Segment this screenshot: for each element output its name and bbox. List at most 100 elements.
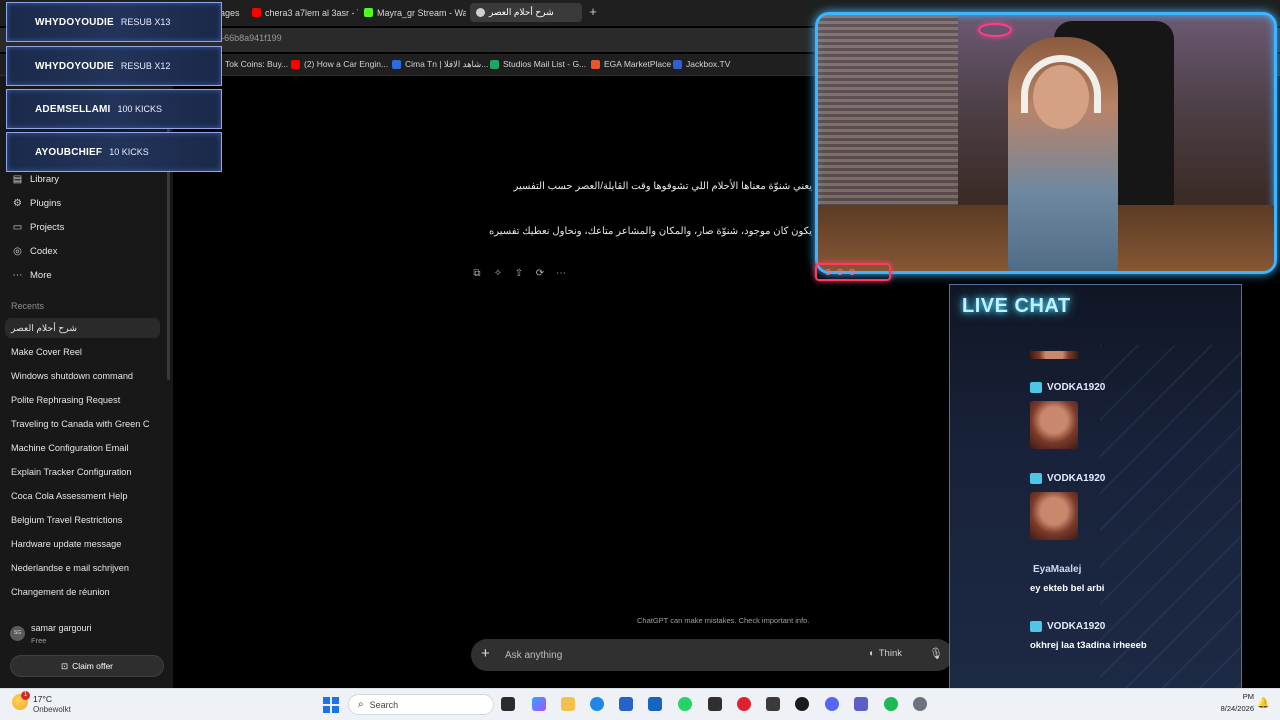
projects-icon: ▭ [12, 222, 23, 233]
sidebar-item-codex[interactable]: ◎ Codex [12, 246, 57, 257]
app-icon[interactable] [795, 697, 809, 711]
bookmark[interactable]: Tok Coins: Buy... [212, 59, 288, 69]
new-tab-button[interactable]: + [586, 5, 600, 19]
weather-temp[interactable]: 17°C [33, 694, 52, 704]
tab-label: ages [220, 7, 240, 18]
opera-icon[interactable] [737, 697, 751, 711]
think-button[interactable]: ◐ Think [869, 648, 902, 659]
mail-list-icon [490, 59, 499, 69]
bookmark[interactable]: Cima Tn | شاهد الافلا... [392, 59, 488, 70]
clock-time[interactable]: PM [1214, 692, 1254, 701]
notification-bell-icon[interactable]: 🔔 [1257, 698, 1269, 709]
sidebar-item-label: Library [30, 174, 60, 185]
notification-badge: 1 [21, 691, 30, 700]
sidebar-item-plugins[interactable]: ⚙ Plugins [12, 198, 61, 209]
bookmark-label: EGA MarketPlace [604, 59, 672, 69]
clock-date[interactable]: 8/24/2026 [1206, 704, 1254, 713]
task-view-icon[interactable] [501, 697, 515, 711]
chat-username-text: VODKA1920 [1047, 473, 1106, 484]
assistant-message-line: يكون كان موجود، شنوّة صار، والمكان والمش… [489, 226, 812, 237]
dot-icon [837, 269, 843, 275]
sidebar-item-projects[interactable]: ▭ Projects [12, 222, 65, 233]
claim-offer-label: Claim offer [72, 661, 114, 671]
plugins-icon: ⚙ [13, 198, 22, 209]
sub-alert: ADEMSELLAMI 100 KICKS [6, 89, 222, 129]
regenerate-icon[interactable]: ⟳ [534, 268, 546, 280]
sub-alert-name: ADEMSELLAMI [35, 103, 111, 115]
microphone-icon[interactable]: 🎙 [929, 647, 943, 660]
prompt-input[interactable] [505, 647, 825, 663]
sidebar-item-label: Codex [30, 246, 58, 257]
bookmark-label: Jackbox.TV [686, 59, 731, 69]
claim-offer-button[interactable]: ⊡ Claim offer [10, 655, 164, 677]
more-options-icon[interactable]: ⋯ [555, 268, 567, 280]
thumbs-icon[interactable]: ✧ [492, 268, 504, 280]
start-button[interactable] [323, 697, 339, 713]
edge-icon[interactable] [590, 697, 604, 711]
think-label: Think [878, 648, 902, 659]
add-attachment-button[interactable]: + [481, 646, 490, 662]
tab-label: شرح أحلام العصر [489, 7, 554, 17]
sub-alert-value: RESUB X13 [120, 17, 171, 27]
recent-chat[interactable]: Hardware update message [11, 539, 156, 549]
recent-chat[interactable]: Make Cover Reel [11, 347, 156, 357]
sub-alert: WHYDOYOUDIE RESUB X13 [6, 2, 222, 42]
store-icon[interactable] [619, 697, 633, 711]
live-chat-panel: LIVE CHAT VODKA1920 VODKA1920 EyaMaalej … [949, 284, 1242, 704]
more-icon: ⋯ [12, 270, 23, 281]
bookmark[interactable]: (2) How a Car Engin... [291, 59, 388, 69]
teams-icon[interactable] [854, 697, 868, 711]
user-name[interactable]: samar gargouri [31, 623, 92, 633]
recent-chat[interactable]: Machine Configuration Email [11, 443, 156, 453]
recent-chat[interactable]: Changement de réunion [11, 587, 156, 597]
bookmark[interactable]: Jackbox.TV [673, 59, 730, 69]
emote-image [1030, 401, 1078, 449]
copilot-icon[interactable] [532, 697, 546, 711]
capcut-icon[interactable] [766, 697, 780, 711]
message-actions: ⧉ ✧ ⇧ ⟳ ⋯ [471, 268, 567, 280]
recent-chat-active[interactable]: شرح أحلام العصر [5, 318, 160, 338]
browser-tab[interactable]: Mayra_gr Stream - Watch [358, 3, 466, 22]
browser-tab-active[interactable]: شرح أحلام العصر [470, 3, 582, 22]
discord-icon[interactable] [825, 697, 839, 711]
codex-icon: ◎ [13, 246, 22, 257]
cima-icon [392, 60, 401, 69]
search-icon: ⌕ [358, 699, 364, 710]
spotify-icon[interactable] [884, 697, 898, 711]
bookmark[interactable]: Studios Mail List - G... [490, 59, 586, 69]
recent-chat[interactable]: Traveling to Canada with Green C [11, 419, 156, 429]
neon-badge [815, 263, 891, 281]
youtube-icon [291, 59, 300, 69]
chat-username-text: VODKA1920 [1047, 382, 1106, 393]
app-icon[interactable] [708, 697, 722, 711]
recent-chat[interactable]: Coca Cola Assessment Help [11, 491, 156, 501]
recent-chat[interactable]: Windows shutdown command [11, 371, 156, 381]
kick-icon [364, 8, 373, 17]
sidebar-item-library[interactable]: ▤ Library [12, 174, 59, 185]
assistant-message-line: يعني شنوّة معناها الأحلام اللي تشوفوها و… [513, 181, 812, 192]
whatsapp-icon[interactable] [678, 697, 692, 711]
webcam-feed [815, 12, 1277, 274]
browser-tab[interactable]: chera3 a7lem al 3asr - You [246, 3, 358, 22]
sub-badge-icon [1030, 473, 1042, 484]
recent-chat[interactable]: Polite Rephrasing Request [11, 395, 156, 405]
dot-icon [849, 269, 855, 275]
bookmark-label: Cima Tn | شاهد الافلا... [405, 59, 489, 69]
settings-icon[interactable] [913, 697, 927, 711]
share-icon[interactable]: ⇧ [513, 268, 525, 280]
sub-badge-icon [1030, 382, 1042, 393]
taskbar-search[interactable]: ⌕ Search [348, 694, 494, 715]
sidebar-item-more[interactable]: ⋯ More [12, 270, 52, 281]
file-explorer-icon[interactable] [561, 697, 575, 711]
sidebar-item-label: Projects [30, 222, 65, 233]
recent-chat[interactable]: Explain Tracker Configuration [11, 467, 156, 477]
tab-label: Mayra_gr Stream - Watch [377, 7, 466, 18]
avatar[interactable]: SG [10, 626, 25, 641]
copy-icon[interactable]: ⧉ [471, 268, 483, 280]
bookmark[interactable]: EGA MarketPlace [591, 59, 671, 69]
recent-chat[interactable]: Belgium Travel Restrictions [11, 515, 156, 525]
search-label: Search [369, 699, 399, 710]
outlook-icon[interactable] [648, 697, 662, 711]
chat-message: okhrej laa t3adina irheeeb [1030, 640, 1147, 651]
recent-chat[interactable]: Nederlandse e mail schrijven [11, 563, 156, 573]
